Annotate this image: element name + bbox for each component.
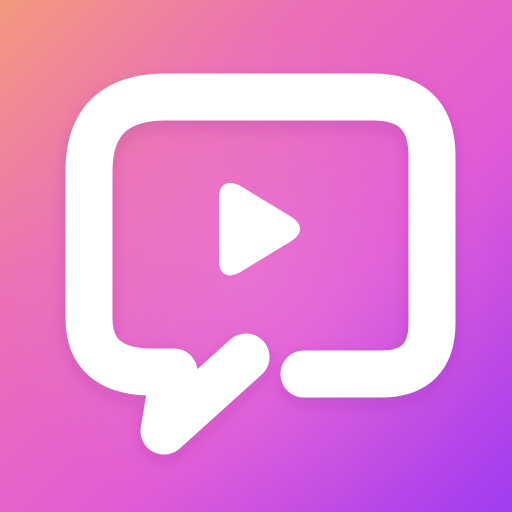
app-icon-artwork <box>0 0 512 512</box>
app-icon <box>0 0 512 512</box>
